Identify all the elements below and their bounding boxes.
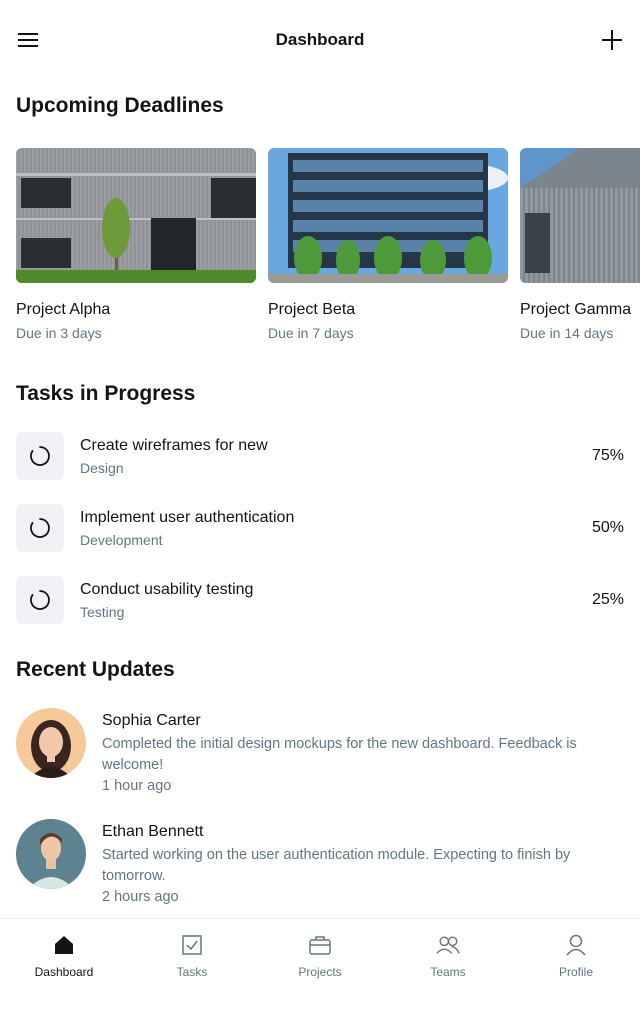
briefcase-icon xyxy=(308,933,332,957)
project-image xyxy=(268,148,508,283)
task-item[interactable]: Implement user authentication Developmen… xyxy=(16,504,624,552)
bottom-nav: Dashboard Tasks Projects Teams Profile xyxy=(0,918,640,1013)
project-name: Project Beta xyxy=(268,301,356,318)
home-icon xyxy=(52,933,76,957)
nav-item-profile[interactable]: Profile xyxy=(512,919,640,1013)
update-text: Started working on the user authenticati… xyxy=(102,847,571,884)
nav-item-dashboard[interactable]: Dashboard xyxy=(0,919,128,1013)
nav-label: Teams xyxy=(430,965,466,979)
project-image xyxy=(520,148,640,283)
task-progress: 75% xyxy=(591,447,624,464)
update-time: 1 hour ago xyxy=(102,778,172,794)
avatar xyxy=(16,708,86,778)
deadline-card[interactable]: Project Gamma Due in 14 days xyxy=(520,148,640,341)
project-due: Due in 3 days xyxy=(16,325,102,341)
plus-icon[interactable] xyxy=(600,28,624,52)
nav-label: Tasks xyxy=(176,965,208,979)
spinner-icon xyxy=(16,576,64,624)
nav-item-tasks[interactable]: Tasks xyxy=(128,919,256,1013)
update-time: 2 hours ago xyxy=(102,889,179,905)
update-text: Completed the initial design mockups for… xyxy=(102,736,577,773)
nav-item-teams[interactable]: Teams xyxy=(384,919,512,1013)
checkbox-icon xyxy=(180,933,204,957)
spinner-icon xyxy=(16,504,64,552)
project-name: Project Gamma xyxy=(520,301,632,318)
users-icon xyxy=(436,933,460,957)
update-item[interactable]: Sophia Carter Completed the initial desi… xyxy=(16,708,624,797)
menu-icon[interactable] xyxy=(16,28,40,52)
task-category: Testing xyxy=(80,603,125,620)
task-item[interactable]: Create wireframes for new Design 75% xyxy=(16,432,624,480)
task-title: Conduct usability testing xyxy=(80,580,254,598)
task-category: Development xyxy=(80,531,163,548)
top-app-bar: Dashboard xyxy=(0,0,640,80)
nav-label: Profile xyxy=(558,965,593,979)
task-item[interactable]: Conduct usability testing Testing 25% xyxy=(16,576,624,624)
spinner-icon xyxy=(16,432,64,480)
task-title: Implement user authentication xyxy=(80,508,295,526)
update-author: Ethan Bennett xyxy=(102,823,204,840)
project-due: Due in 7 days xyxy=(268,325,354,341)
section-title-deadlines: Upcoming Deadlines xyxy=(16,94,224,117)
project-due: Due in 14 days xyxy=(520,325,614,341)
project-name: Project Alpha xyxy=(16,301,111,318)
page-title: Dashboard xyxy=(275,30,365,49)
deadline-card[interactable]: Project Beta Due in 7 days xyxy=(268,148,508,341)
avatar xyxy=(16,819,86,889)
update-author: Sophia Carter xyxy=(102,712,201,729)
deadline-card[interactable]: Project Alpha Due in 3 days xyxy=(16,148,256,341)
nav-item-projects[interactable]: Projects xyxy=(256,919,384,1013)
section-title-tasks: Tasks in Progress xyxy=(16,382,196,405)
user-icon xyxy=(564,933,588,957)
nav-label: Dashboard xyxy=(34,965,94,979)
deadline-carousel[interactable]: Project Alpha Due in 3 days Project Beta… xyxy=(16,148,640,348)
section-title-updates: Recent Updates xyxy=(16,658,175,681)
project-image xyxy=(16,148,256,283)
task-progress: 25% xyxy=(591,591,624,608)
task-title: Create wireframes for new xyxy=(80,436,268,454)
task-category: Design xyxy=(80,459,124,476)
nav-label: Projects xyxy=(298,965,342,979)
update-item[interactable]: Ethan Bennett Started working on the use… xyxy=(16,819,624,908)
task-progress: 50% xyxy=(591,519,624,536)
